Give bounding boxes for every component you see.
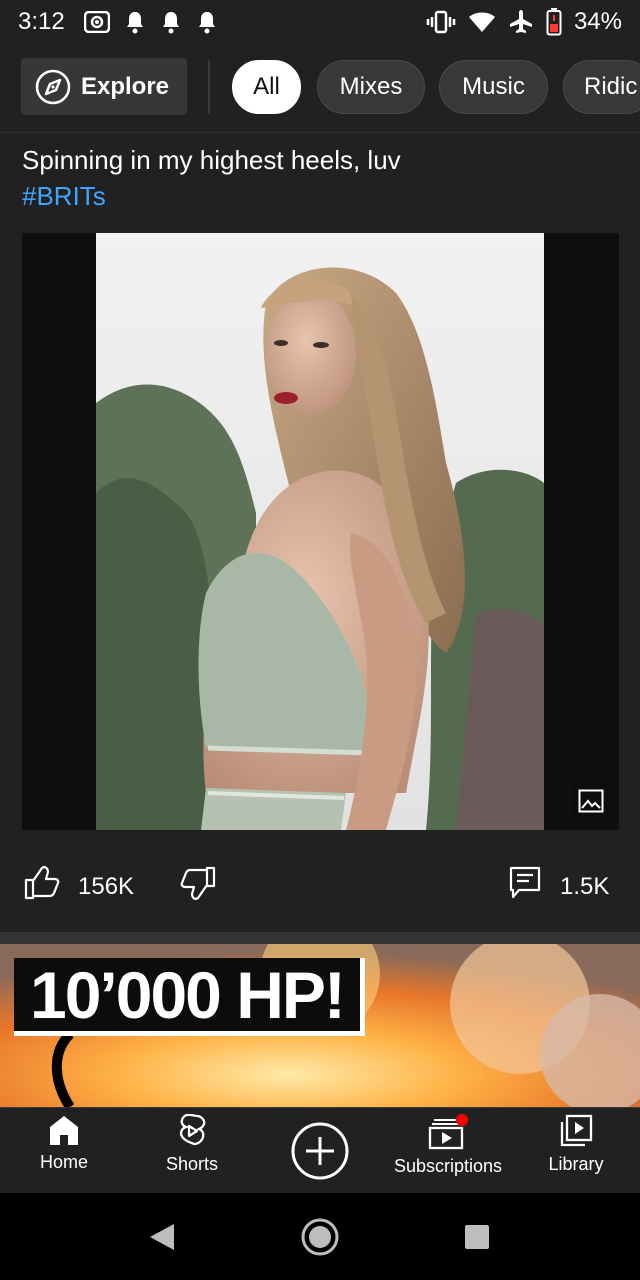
dislike-button[interactable] (180, 866, 216, 905)
nav-subscriptions[interactable]: Subscriptions (384, 1114, 512, 1190)
notification-bell-icon (199, 12, 215, 34)
add-circle-icon (291, 1122, 349, 1180)
system-home-button[interactable] (300, 1217, 340, 1262)
chip-mixes[interactable]: Mixes (317, 60, 425, 114)
nav-library[interactable]: Library (512, 1114, 640, 1190)
image-icon (578, 789, 604, 813)
nav-subscriptions-label: Subscriptions (393, 1156, 503, 1176)
battery-percent: 34% (573, 8, 622, 35)
airplane-mode-icon (509, 10, 532, 33)
back-triangle-icon (150, 1224, 174, 1250)
nav-library-label: Library (548, 1154, 604, 1174)
status-right-icons: 34% (426, 8, 622, 36)
subscriptions-icon (428, 1114, 468, 1150)
thumbs-up-icon (24, 865, 60, 900)
comment-icon (509, 866, 541, 899)
post-photo[interactable] (96, 233, 544, 830)
chip-divider (208, 60, 210, 114)
post-caption: Spinning in my highest heels, luv (22, 145, 401, 175)
status-left-icons (84, 8, 218, 36)
portrait-photo (96, 233, 544, 830)
post-hashtag-link[interactable]: #BRITs (22, 178, 622, 214)
create-button[interactable] (290, 1121, 350, 1186)
notification-bell-icon (127, 12, 143, 34)
thumbs-down-icon (180, 866, 216, 901)
system-back-button[interactable] (148, 1222, 176, 1257)
recents-square-icon (465, 1225, 489, 1249)
library-icon (560, 1114, 593, 1147)
like-button[interactable] (24, 865, 60, 905)
compass-icon (35, 69, 71, 104)
home-circle-icon (301, 1218, 339, 1256)
system-recents-button[interactable] (464, 1224, 490, 1255)
screen-record-icon (84, 11, 110, 33)
comment-count: 1.5K (560, 873, 610, 900)
post-text: Spinning in my highest heels, luv #BRITs (22, 142, 622, 214)
image-post-badge (572, 782, 610, 820)
status-time: 3:12 (18, 8, 65, 35)
home-icon (50, 1116, 78, 1145)
feed-separator (0, 932, 640, 944)
like-count: 156K (78, 873, 135, 900)
comments-button[interactable] (509, 866, 541, 905)
battery-low-icon (546, 8, 562, 36)
wifi-icon (468, 12, 495, 32)
nav-home-label: Home (39, 1152, 88, 1172)
nav-home[interactable]: Home (0, 1114, 128, 1190)
explore-button[interactable]: Explore (21, 58, 187, 115)
notification-bell-icon (163, 12, 179, 34)
nav-shorts[interactable]: Shorts (128, 1114, 256, 1190)
vibrate-icon (426, 10, 456, 34)
chip-music[interactable]: Music (439, 60, 548, 114)
chip-ridic[interactable]: Ridic (563, 60, 640, 114)
nav-shorts-label: Shorts (165, 1154, 219, 1174)
thumbnail-title: 10’000 HP! (14, 958, 365, 1036)
chip-all[interactable]: All (232, 60, 301, 114)
explore-label: Explore (81, 72, 170, 100)
shorts-icon (179, 1114, 206, 1146)
